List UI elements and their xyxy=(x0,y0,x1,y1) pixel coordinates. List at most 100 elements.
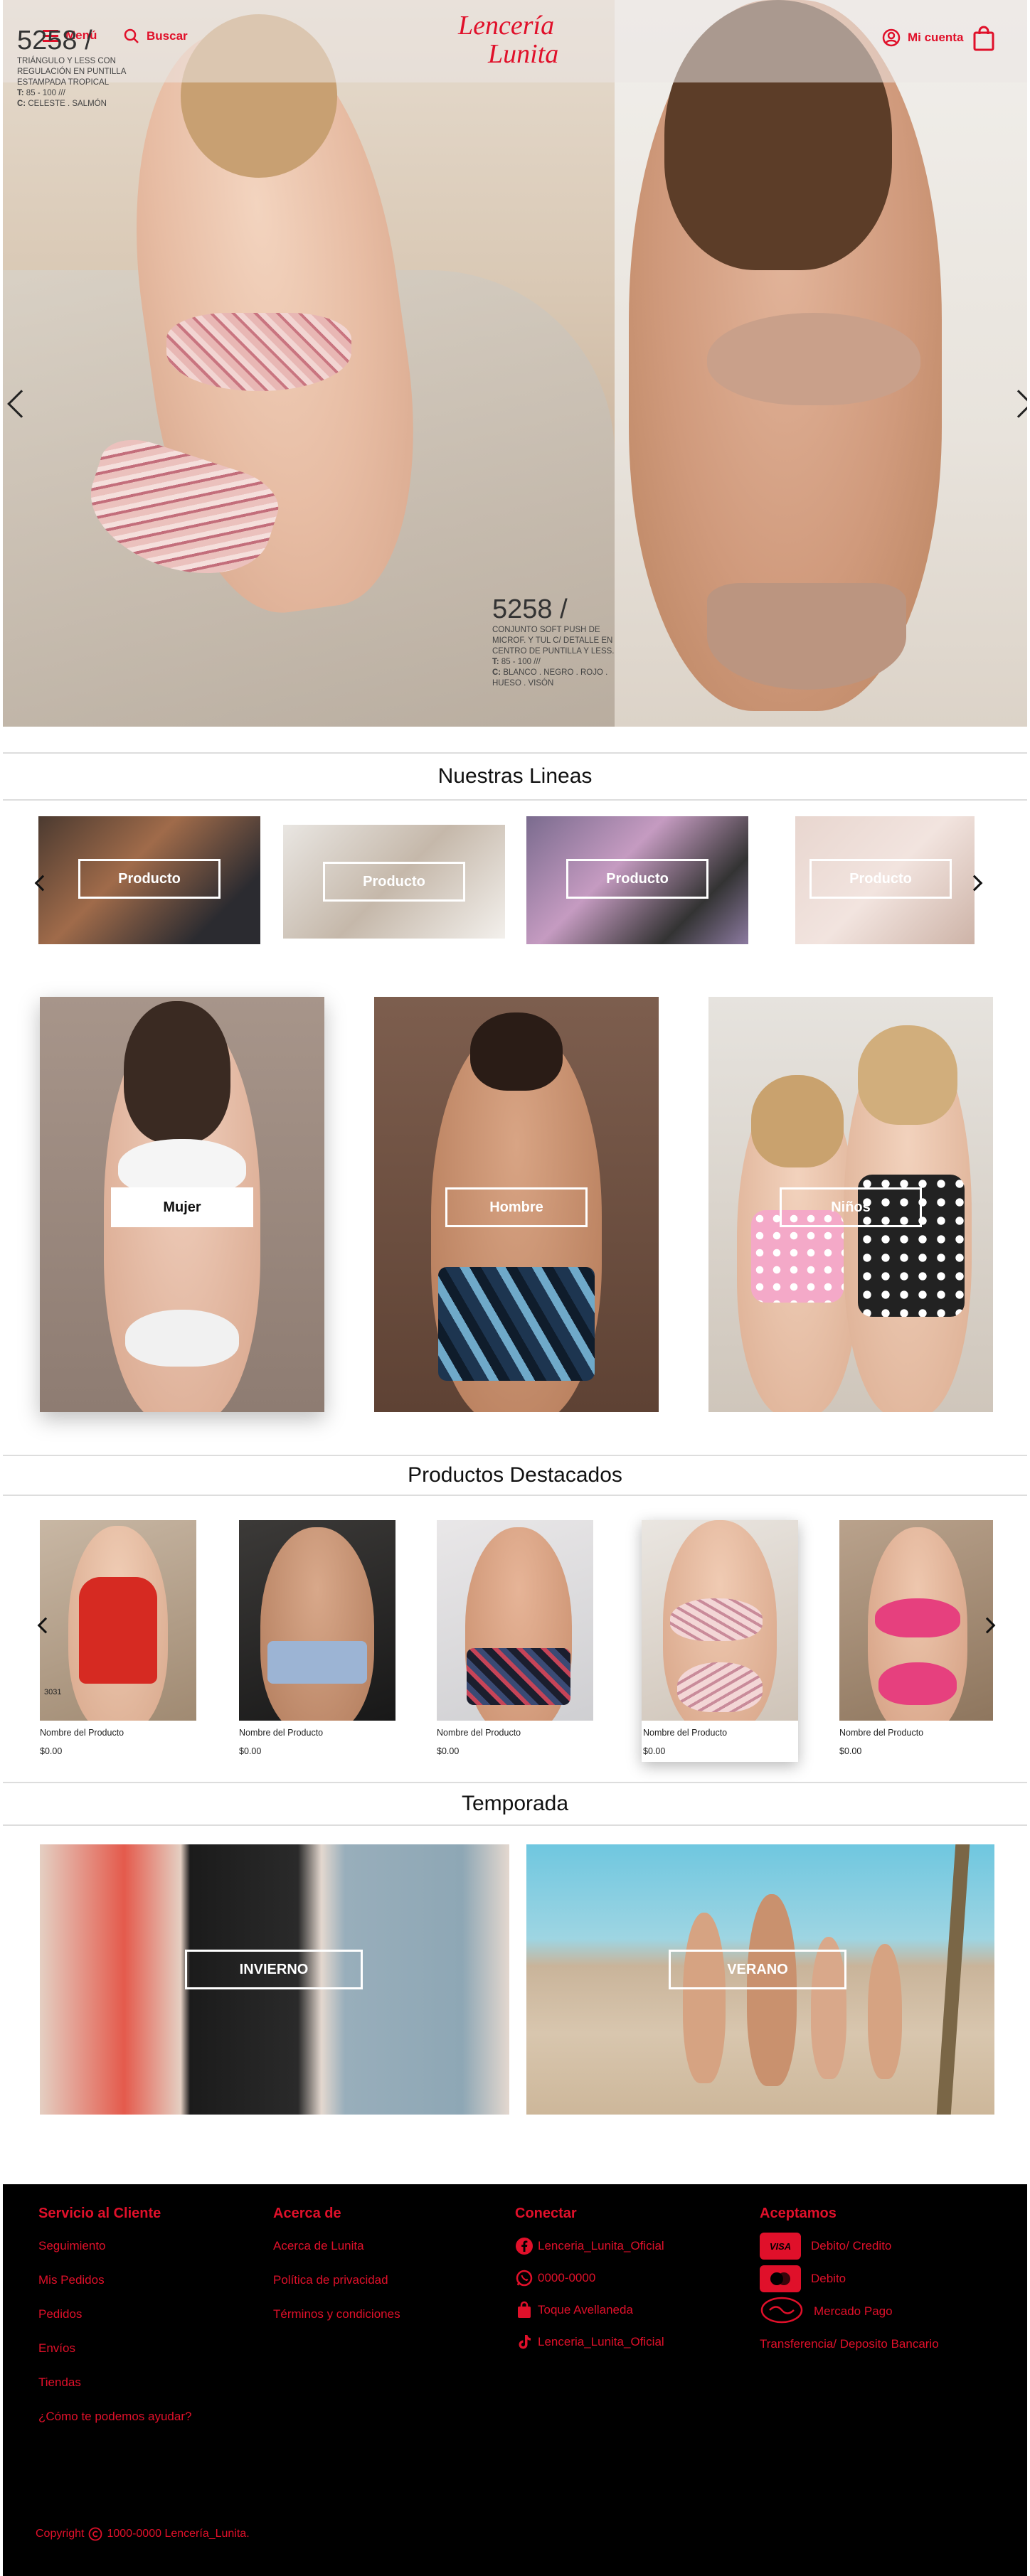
product-name[interactable]: Nombre del Producto xyxy=(839,1728,993,1738)
product-card[interactable]: Nombre del Producto $0.00 xyxy=(239,1520,395,1756)
footer-link-store[interactable]: Toque Avellaneda xyxy=(515,2300,664,2320)
product-card[interactable]: 3031 Nombre del Producto $0.00 xyxy=(40,1520,196,1756)
product-price: $0.00 xyxy=(437,1746,460,1756)
product-code-badge: 3031 xyxy=(44,1688,62,1696)
copyright: Copyright 1000-0000 Lencería_Lunita. xyxy=(36,2527,250,2541)
footer-link[interactable]: Seguimiento xyxy=(38,2236,191,2256)
line-card-button[interactable]: Producto xyxy=(566,859,708,899)
category-button-ninos[interactable]: Niños xyxy=(780,1187,922,1227)
product-card[interactable]: Nombre del Producto $0.00 xyxy=(839,1520,993,1756)
logo[interactable]: Lencería Lunita xyxy=(444,3,572,74)
footer-col-acerca: Acerca de Acerca de Lunita Política de p… xyxy=(273,2206,400,2339)
product-brief xyxy=(878,1662,957,1705)
payment-mercadopago-label: Mercado Pago xyxy=(814,2304,893,2318)
category-button-mujer[interactable]: Mujer xyxy=(111,1187,253,1227)
sizes-label: T: xyxy=(17,89,24,97)
product-brief xyxy=(267,1641,367,1684)
product-image[interactable] xyxy=(839,1520,993,1721)
season-button-invierno[interactable]: INVIERNO xyxy=(185,1950,363,1989)
product-image[interactable] xyxy=(642,1520,798,1721)
store-label: Toque Avellaneda xyxy=(538,2303,633,2316)
product-bra xyxy=(875,1598,960,1637)
footer-link-whatsapp[interactable]: 0000-0000 xyxy=(515,2268,664,2288)
footer-link[interactable]: Términos y condiciones xyxy=(273,2304,400,2324)
category-model-hair xyxy=(470,1012,563,1091)
footer-col-conectar: Conectar Lenceria_Lunita_Oficial 0000-00… xyxy=(515,2206,664,2364)
product-name[interactable]: Nombre del Producto xyxy=(239,1728,395,1738)
footer-link[interactable]: Política de privacidad xyxy=(273,2270,400,2290)
season-button-verano[interactable]: VERANO xyxy=(669,1950,846,1989)
facebook-icon xyxy=(516,2238,533,2255)
page: 5258 / CONJUNTO SOFT PUSH DE MICROF. Y T… xyxy=(0,0,1030,2576)
cart-button[interactable] xyxy=(973,26,994,51)
category-card-ninos[interactable]: Niños xyxy=(708,997,993,1412)
desc-sizes: T: 85 - 100 /// xyxy=(17,88,159,99)
product-boxer xyxy=(467,1648,570,1705)
sizes-value: 85 - 100 /// xyxy=(501,658,541,666)
product-image[interactable] xyxy=(437,1520,593,1721)
footer-link[interactable]: ¿Cómo te podemos ayudar? xyxy=(38,2407,191,2427)
category-button-hombre[interactable]: Hombre xyxy=(445,1187,588,1227)
season-model xyxy=(683,1913,726,2083)
footer-link[interactable]: Pedidos xyxy=(38,2304,191,2324)
season-card-invierno[interactable]: INVIERNO xyxy=(40,1844,509,2115)
colors-label: C: xyxy=(492,668,501,677)
product-name[interactable]: Nombre del Producto xyxy=(642,1728,798,1738)
palm-tree xyxy=(936,1844,970,2115)
product-name[interactable]: Nombre del Producto xyxy=(437,1728,593,1738)
desc-line: REGULACIÓN EN PUNTILLA xyxy=(17,68,127,76)
desc-line: MICROF. Y TUL C/ DETALLE EN xyxy=(492,636,613,645)
footer-link[interactable]: Mis Pedidos xyxy=(38,2270,191,2290)
season-model xyxy=(868,1944,902,2079)
category-card-hombre[interactable]: Hombre xyxy=(374,997,659,1412)
footer-heading: Conectar xyxy=(515,2206,577,2221)
site-footer: Servicio al Cliente Seguimiento Mis Pedi… xyxy=(3,2184,1027,2576)
product-bra xyxy=(670,1598,763,1641)
payment-mastercard-label: Debito xyxy=(811,2272,846,2285)
visa-icon: VISA xyxy=(760,2233,801,2260)
footer-link[interactable]: Tiendas xyxy=(38,2373,191,2393)
colors-value: CELESTE . SALMÓN xyxy=(28,100,107,108)
footer-link[interactable]: Envíos xyxy=(38,2339,191,2358)
footer-link[interactable]: Acerca de Lunita xyxy=(273,2236,400,2256)
facebook-label: Lenceria_Lunita_Oficial xyxy=(538,2239,664,2252)
footer-col-servicio: Servicio al Cliente Seguimiento Mis Pedi… xyxy=(38,2206,191,2441)
footer-heading: Servicio al Cliente xyxy=(38,2206,161,2221)
product-price: $0.00 xyxy=(40,1746,63,1756)
account-button[interactable]: Mi cuenta xyxy=(882,28,963,47)
section-title-lineas: Nuestras Lineas xyxy=(3,752,1027,801)
product-image[interactable] xyxy=(239,1520,395,1721)
category-model-brief xyxy=(125,1310,239,1367)
footer-link-tiktok[interactable]: Lenceria_Lunita_Oficial xyxy=(515,2332,664,2352)
line-card-button[interactable]: Producto xyxy=(323,862,465,902)
product-brief xyxy=(677,1662,763,1712)
line-card-button[interactable]: Producto xyxy=(78,859,221,899)
product-price: $0.00 xyxy=(239,1746,262,1756)
hero-model-right-bra xyxy=(707,313,920,405)
category-model-hair xyxy=(751,1075,844,1167)
tiktok-icon xyxy=(519,2335,531,2349)
product-card[interactable]: Nombre del Producto $0.00 xyxy=(437,1520,593,1756)
colors-label: C: xyxy=(17,100,26,108)
product-card-highlighted[interactable]: Nombre del Producto $0.00 xyxy=(642,1520,798,1762)
desc-line: CONJUNTO SOFT PUSH DE xyxy=(492,626,600,634)
footer-link-facebook[interactable]: Lenceria_Lunita_Oficial xyxy=(515,2236,664,2256)
desc-line: ESTAMPADA TROPICAL xyxy=(17,78,110,87)
product-image[interactable]: 3031 xyxy=(40,1520,196,1721)
product-name[interactable]: Nombre del Producto xyxy=(40,1728,196,1738)
line-card[interactable]: Producto xyxy=(526,816,748,944)
season-card-verano[interactable]: VERANO xyxy=(526,1844,994,2115)
desc-line: TRIÁNGULO Y LESS CON xyxy=(17,57,116,65)
sizes-value: 85 - 100 /// xyxy=(26,89,65,97)
line-card[interactable]: Producto xyxy=(283,825,505,939)
season-model xyxy=(747,1894,797,2086)
section-title-temporada: Temporada xyxy=(3,1782,1027,1826)
payment-transfer: Transferencia/ Deposito Bancario xyxy=(760,2337,939,2351)
line-card[interactable]: Producto xyxy=(38,816,260,944)
product-price: $0.00 xyxy=(643,1746,666,1756)
footer-heading: Acerca de xyxy=(273,2206,341,2221)
logo-mark: Lencería Lunita xyxy=(457,11,558,69)
line-card[interactable]: Producto xyxy=(795,816,975,944)
category-card-mujer[interactable]: Mujer xyxy=(40,997,324,1412)
line-card-button[interactable]: Producto xyxy=(809,859,952,899)
